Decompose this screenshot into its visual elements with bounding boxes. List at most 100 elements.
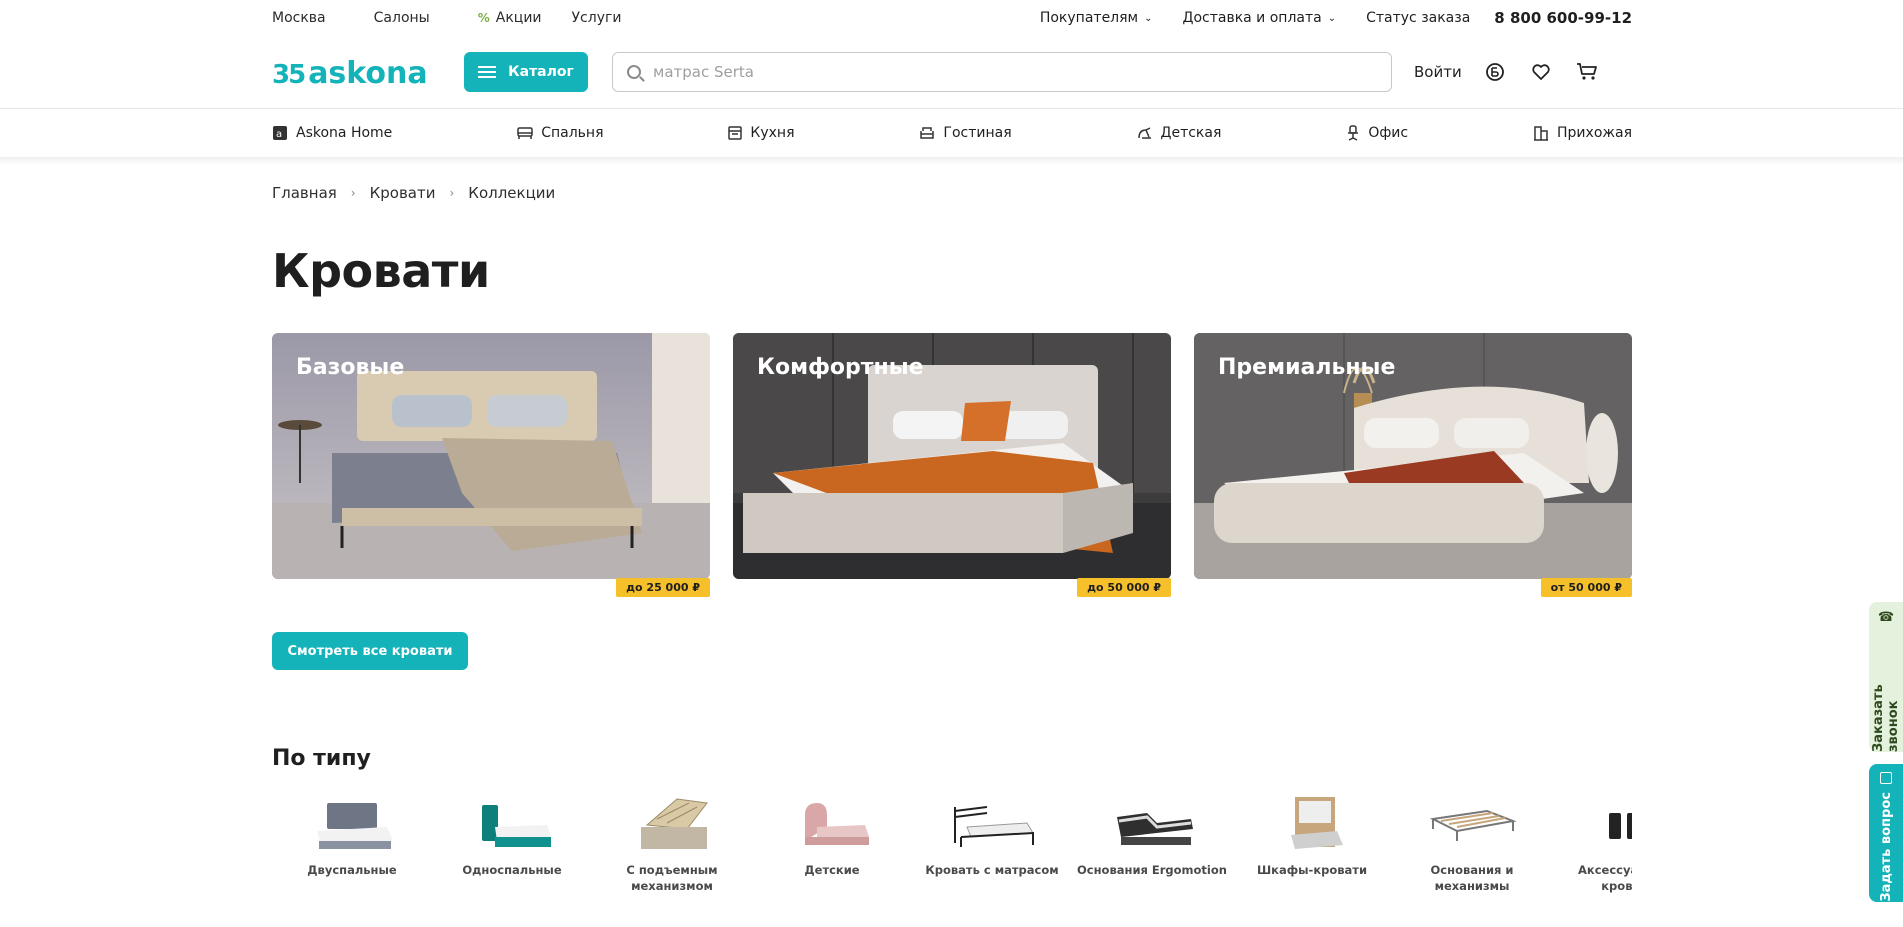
type-label: Односпальные: [462, 863, 562, 877]
nav-label: Гостиная: [943, 125, 1012, 141]
buyers-dropdown[interactable]: Покупателям ⌄: [1040, 10, 1153, 26]
bonus-icon[interactable]: [1482, 59, 1508, 85]
type-item-ergomotion[interactable]: Основания Ergomotion: [1072, 790, 1232, 900]
logo-text: askona: [308, 56, 428, 91]
type-image: [782, 790, 882, 860]
nav-label: Askona Home: [296, 125, 393, 141]
type-image: [1582, 790, 1632, 860]
type-list: Двуспальные Односпальные С подъемным мех…: [272, 790, 1632, 900]
phone-icon: ☎: [1877, 610, 1895, 625]
promo-label: Акции: [495, 10, 542, 26]
all-beds-button[interactable]: Смотреть все кровати: [272, 632, 468, 670]
nav-label: Кухня: [750, 125, 795, 141]
type-label: С подъемным механизмом: [626, 863, 718, 893]
type-image: [942, 790, 1042, 860]
nav-living-room[interactable]: Гостиная: [919, 125, 1012, 141]
heart-icon[interactable]: [1528, 59, 1554, 85]
delivery-dropdown[interactable]: Доставка и оплата ⌄: [1183, 10, 1337, 26]
callback-widget[interactable]: ☎ Заказать звонок: [1869, 602, 1903, 752]
nav-label: Спальня: [541, 125, 604, 141]
collection-image-comfort: Комфортные: [733, 333, 1171, 579]
price-badge: от 50 000 ₽: [1540, 578, 1632, 597]
bed-icon: [517, 126, 533, 140]
delivery-label: Доставка и оплата: [1182, 10, 1322, 26]
callback-label: Заказать звонок: [1871, 684, 1901, 752]
question-widget[interactable]: Задать вопрос: [1869, 764, 1903, 902]
breadcrumb-beds[interactable]: Кровати: [370, 184, 436, 202]
nav-shadow: [0, 157, 1903, 165]
breadcrumb-collections: Коллекции: [468, 184, 556, 202]
breadcrumb-home[interactable]: Главная: [272, 184, 337, 202]
collection-image-basic: Базовые: [272, 333, 710, 579]
sofa-icon: [919, 126, 935, 140]
type-item-accessories[interactable]: Аксессуары для кроватей: [1552, 790, 1632, 900]
nav-hallway[interactable]: Прихожая: [1533, 125, 1632, 141]
price-badge: до 50 000 ₽: [1077, 578, 1171, 597]
services-link[interactable]: Услуги: [572, 10, 622, 26]
type-label: Основания Ergomotion: [1077, 863, 1227, 877]
type-image: [302, 790, 402, 860]
type-item-double[interactable]: Двуспальные: [272, 790, 432, 900]
type-image: [462, 790, 562, 860]
promo-link[interactable]: % Акции: [478, 10, 542, 26]
phone-link[interactable]: 8 800 600-99-12: [1494, 9, 1632, 27]
header: 35 askona Каталог Войти: [272, 50, 1632, 94]
catalog-button[interactable]: Каталог: [464, 52, 588, 92]
nav-office[interactable]: Офис: [1346, 125, 1408, 141]
login-link[interactable]: Войти: [1414, 63, 1462, 81]
collection-card-comfort[interactable]: Комфортные до 50 000 ₽: [733, 333, 1171, 597]
type-image: [1262, 790, 1362, 860]
type-label: Детские: [804, 863, 860, 877]
nav-label: Офис: [1368, 125, 1409, 141]
logo[interactable]: 35 askona: [272, 54, 428, 91]
category-nav: a Askona Home Спальня Кухня Гостиная Дет…: [272, 109, 1632, 157]
by-type-title: По типу: [272, 746, 371, 771]
menu-icon: [478, 66, 497, 78]
kitchen-icon: [728, 126, 743, 140]
search-box: [612, 52, 1392, 92]
nav-kids[interactable]: Детская: [1137, 125, 1222, 141]
type-image: [1422, 790, 1522, 860]
search-icon: [627, 65, 641, 79]
top-bar: Москва Салоны % Акции Услуги Покупателям…: [272, 0, 1632, 36]
collection-title: Премиальные: [1218, 355, 1396, 380]
type-item-with-mattress[interactable]: Кровать с матрасом: [912, 790, 1072, 900]
collection-title: Комфортные: [757, 355, 924, 380]
chevron-right-icon: ›: [449, 186, 455, 200]
type-item-wardrobe-bed[interactable]: Шкафы-кровати: [1232, 790, 1392, 900]
type-image: [1102, 790, 1202, 860]
type-item-single[interactable]: Односпальные: [432, 790, 592, 900]
chevron-right-icon: ›: [350, 186, 356, 200]
nav-label: Детская: [1160, 125, 1222, 141]
nav-kitchen[interactable]: Кухня: [728, 125, 795, 141]
city-selector[interactable]: Москва: [272, 10, 326, 26]
breadcrumb: Главная › Кровати › Коллекции: [272, 184, 1632, 202]
type-item-lift[interactable]: С подъемным механизмом: [592, 790, 752, 900]
askona-home-icon: a: [272, 125, 288, 141]
cart-icon[interactable]: [1574, 59, 1600, 85]
nav-bedroom[interactable]: Спальня: [517, 125, 604, 141]
buyers-label: Покупателям: [1039, 10, 1139, 26]
salons-link[interactable]: Салоны: [374, 10, 430, 26]
collection-card-premium[interactable]: Премиальные от 50 000 ₽: [1194, 333, 1632, 597]
search-input[interactable]: [653, 63, 1333, 81]
order-status-link[interactable]: Статус заказа: [1366, 10, 1470, 26]
collection-card-basic[interactable]: Базовые до 25 000 ₽: [272, 333, 710, 597]
question-label: Задать вопрос: [1878, 792, 1894, 902]
type-image: [622, 790, 722, 860]
catalog-label: Каталог: [508, 64, 574, 80]
hallway-icon: [1533, 125, 1549, 141]
percent-icon: %: [477, 11, 490, 25]
type-label: Основания и механизмы: [1430, 863, 1514, 893]
chat-icon: [1880, 772, 1892, 784]
kids-icon: [1137, 126, 1153, 140]
type-item-bases[interactable]: Основания и механизмы: [1392, 790, 1552, 900]
price-badge: до 25 000 ₽: [616, 578, 710, 597]
svg-text:a: a: [276, 129, 282, 140]
nav-askona-home[interactable]: a Askona Home: [272, 125, 392, 141]
logo-anniversary: 35: [272, 60, 306, 90]
collection-cards: Базовые до 25 000 ₽ Комфортные до 50 000…: [272, 333, 1632, 597]
type-item-kids[interactable]: Детские: [752, 790, 912, 900]
nav-label: Прихожая: [1557, 125, 1632, 141]
type-label: Шкафы-кровати: [1256, 863, 1368, 877]
